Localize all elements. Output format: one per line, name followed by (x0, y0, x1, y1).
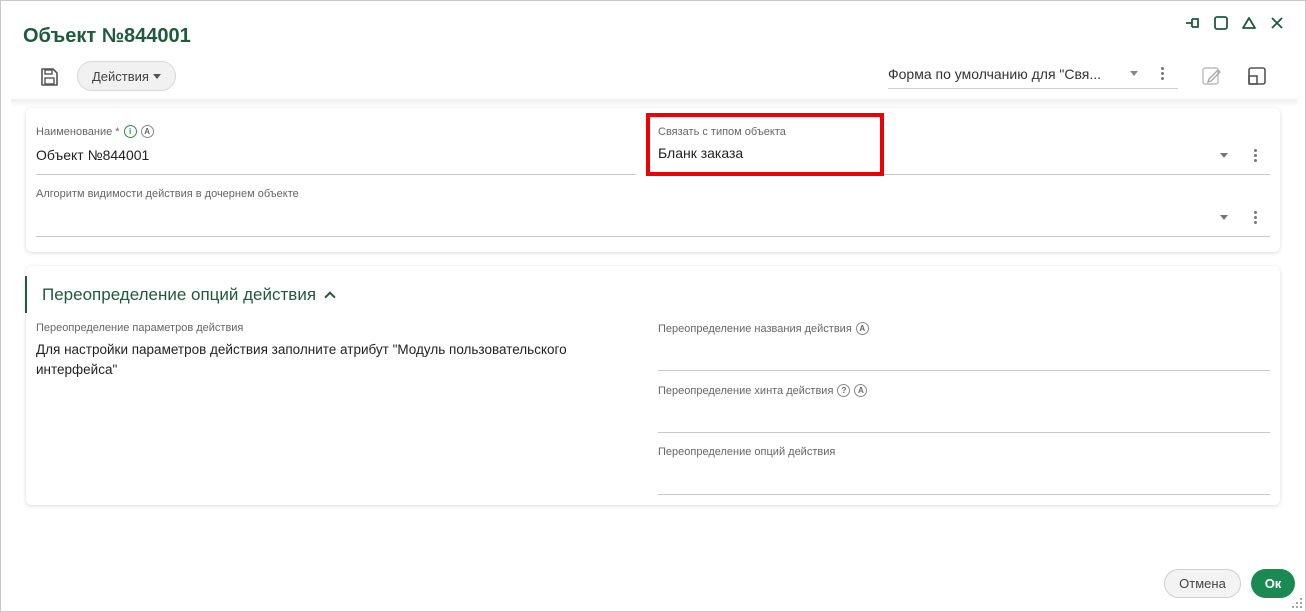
auto-translate-icon[interactable]: A (140, 125, 154, 138)
close-icon[interactable] (1269, 15, 1285, 31)
ok-button[interactable]: Ок (1251, 569, 1295, 598)
name-field-label: Наименование * i A (36, 125, 154, 138)
expand-icon (1248, 67, 1266, 85)
params-override-text: Для настройки параметров действия заполн… (36, 342, 567, 377)
params-override-label: Переопределение параметров действия (36, 322, 244, 334)
actions-label: Действия (92, 68, 149, 84)
window-title: Объект №844001 (23, 25, 191, 47)
visibility-field-label: Алгоритм видимости действия в дочернем о… (36, 188, 299, 200)
hint-override-label-text: Переопределение хинта действия (658, 384, 834, 397)
window-controls (1185, 15, 1285, 31)
name-field-underline (36, 174, 636, 175)
caret-down-icon (1130, 71, 1138, 76)
auto-translate-icon[interactable]: A (854, 384, 868, 397)
override-section-header[interactable]: Переопределение опций действия (25, 276, 336, 313)
caret-down-icon[interactable] (1220, 215, 1228, 220)
more-options-icon[interactable] (1249, 209, 1261, 225)
form-selector-value: Форма по умолчанию для "Свя... (888, 65, 1102, 82)
collapse-icon[interactable] (1241, 15, 1257, 31)
name-field-value[interactable]: Объект №844001 (36, 147, 149, 163)
maximize-icon[interactable] (1213, 15, 1229, 31)
highlight-box (646, 113, 884, 176)
toolbar: Действия Форма по умолчанию для "Свя... (1, 59, 1306, 99)
pin-icon[interactable] (1185, 15, 1201, 31)
toolbar-shadow (11, 99, 1297, 107)
section-title: Переопределение опций действия (42, 284, 317, 304)
actions-dropdown-button[interactable]: Действия (77, 61, 176, 91)
caret-down-icon (152, 73, 161, 79)
cancel-button[interactable]: Отмена (1164, 569, 1241, 598)
name-label-text: Наименование * (36, 125, 120, 138)
dialog-window: Объект №844001 Действия Форма по умолчан… (0, 0, 1306, 612)
name-override-underline[interactable] (658, 370, 1270, 371)
visibility-field-underline (36, 236, 1270, 237)
pencil-icon (1202, 67, 1221, 85)
more-options-icon[interactable] (1156, 65, 1168, 81)
name-override-label-text: Переопределение названия действия (658, 322, 852, 335)
form-selector[interactable]: Форма по умолчанию для "Свя... (888, 59, 1178, 89)
caret-down-icon[interactable] (1220, 153, 1228, 158)
save-icon (41, 68, 58, 86)
auto-translate-icon[interactable]: A (855, 322, 869, 335)
options-override-label: Переопределение опций действия (658, 446, 836, 458)
resize-grip-icon[interactable] (1291, 597, 1303, 609)
hint-override-underline[interactable] (658, 432, 1270, 433)
name-override-label: Переопределение названия действия A (658, 322, 869, 335)
hint-override-label: Переопределение хинта действия ? A (658, 384, 868, 397)
options-override-underline[interactable] (658, 494, 1270, 495)
expand-button[interactable] (1246, 65, 1268, 87)
help-icon[interactable]: ? (837, 384, 851, 397)
save-button[interactable] (37, 65, 61, 89)
edit-form-button[interactable] (1201, 65, 1223, 87)
chevron-up-icon (324, 290, 336, 303)
more-options-icon[interactable] (1249, 147, 1261, 163)
info-icon[interactable]: i (123, 125, 137, 138)
